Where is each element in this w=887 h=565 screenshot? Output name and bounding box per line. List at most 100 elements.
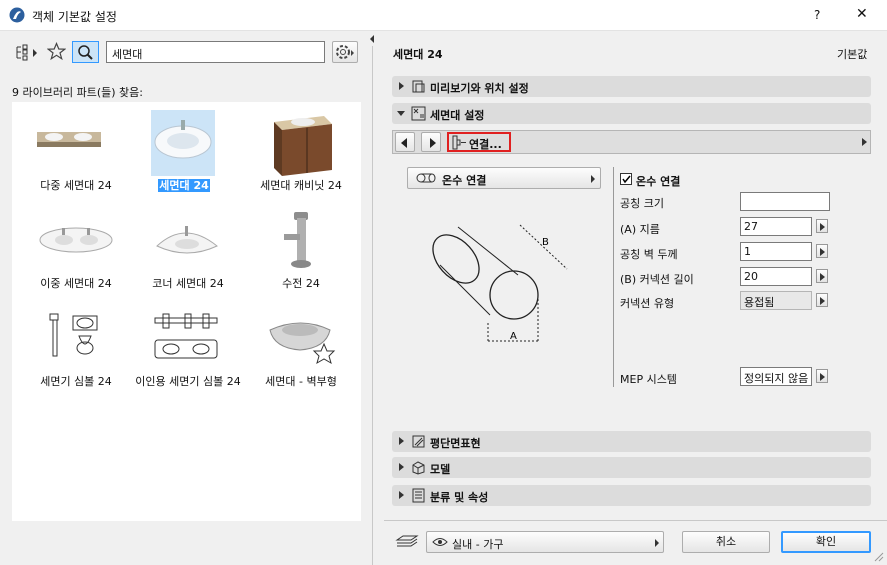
multi-washbasin-thumbnail (37, 132, 101, 147)
right-arrow-icon (820, 223, 825, 231)
left-arrow-icon (401, 138, 407, 148)
connection-type-field[interactable]: 용접됨 (740, 291, 812, 310)
library-item[interactable]: 다중 세면대 24 (21, 110, 131, 192)
library-item[interactable]: 세면대 캐비닛 24 (246, 110, 356, 192)
archicad-logo-icon (9, 7, 25, 23)
library-tree-icon (16, 44, 37, 61)
submenu-arrow-icon (591, 175, 595, 183)
param-label: (B) 커넥션 길이 (620, 273, 694, 286)
classification-icon (412, 488, 425, 503)
right-arrow-icon (430, 138, 436, 148)
search-toggle-button[interactable] (72, 41, 99, 63)
pane-divider (372, 46, 373, 565)
page-menu-arrow-icon[interactable] (862, 138, 867, 146)
library-item-label: 코너 세면대 24 (152, 277, 224, 290)
library-settings-button[interactable] (332, 41, 358, 63)
right-arrow-icon (820, 373, 825, 381)
content-divider (613, 167, 614, 387)
library-grid: 다중 세면대 24 세면대 24 세면대 캐비닛 24 이중 세면대 24 코너… (12, 102, 361, 521)
diagram-label-b: B (542, 237, 549, 248)
library-item[interactable]: 세면기 심볼 24 (21, 306, 131, 388)
search-icon (78, 45, 93, 60)
double-washbasin-symbol-thumbnail (154, 313, 218, 359)
default-label: 기본값 (837, 48, 868, 61)
param-label: (A) 지름 (620, 223, 660, 236)
search-value: 세면대 (112, 48, 143, 61)
faucet-thumbnail (284, 212, 311, 268)
expand-arrow-icon (399, 437, 404, 445)
page-selector[interactable]: 연결... (447, 132, 511, 152)
layer-selector[interactable]: 실내 - 가구 (426, 531, 664, 553)
collapse-arrow-icon[interactable] (368, 34, 376, 44)
connection-length-field[interactable]: 20 (740, 267, 812, 286)
checkbox-label: 온수 연결 (636, 175, 681, 188)
diameter-menu-button[interactable] (816, 219, 828, 233)
footer-divider (384, 520, 887, 521)
nominal-size-field[interactable] (740, 192, 830, 211)
library-item-label: 다중 세면대 24 (40, 179, 112, 192)
wall-thickness-menu-button[interactable] (816, 244, 828, 258)
cancel-button[interactable]: 취소 (682, 531, 770, 553)
wall-thickness-field[interactable]: 1 (740, 242, 812, 261)
param-label: 공칭 벽 두께 (620, 248, 678, 261)
panel-classification[interactable]: 분류 및 속성 (392, 485, 871, 506)
expand-arrow-icon (399, 463, 404, 471)
expand-arrow-icon (399, 491, 404, 499)
gear-icon (336, 45, 354, 59)
washbasin-thumbnail (154, 120, 212, 159)
right-arrow-icon (820, 248, 825, 256)
washbasin-cabinet-thumbnail (274, 116, 332, 176)
double-washbasin-thumbnail (39, 227, 113, 253)
panel-floor-plan[interactable]: 평단면표현 (392, 431, 871, 452)
right-arrow-icon (820, 297, 825, 305)
param-label: 공칭 크기 (620, 197, 664, 210)
panel-preview[interactable]: 미리보기와 위치 설정 (392, 76, 871, 97)
window-title: 객체 기본값 설정 (32, 10, 117, 24)
mep-system-field[interactable]: 정의되지 않음 (740, 367, 812, 386)
library-item-label: 세면대 24 (158, 179, 210, 192)
library-item-label: 세면기 심볼 24 (40, 375, 112, 388)
connection-length-menu-button[interactable] (816, 269, 828, 283)
tab-nav-bar: 연결... (392, 130, 871, 154)
help-button[interactable]: ? (814, 8, 820, 22)
preview-icon (412, 80, 425, 93)
next-page-button[interactable] (421, 132, 441, 152)
layer-stack-icon (395, 535, 419, 547)
library-item-label: 세면대 캐비닛 24 (260, 179, 342, 192)
library-item[interactable]: 이인용 세면기 심볼 24 (133, 306, 243, 388)
hot-water-connection-checkbox[interactable] (620, 173, 632, 185)
mep-system-menu-button[interactable] (816, 369, 828, 383)
result-count: 9 라이브러리 파트(들) 찾음: (12, 86, 143, 99)
panel-model[interactable]: 모델 (392, 457, 871, 478)
dropdown-arrow-icon (655, 539, 659, 547)
diagram-label-a: A (510, 331, 517, 342)
connection-diagram: B A (432, 224, 568, 343)
hot-water-connection-button[interactable]: 온수 연결 (407, 167, 601, 189)
collapse-arrow-icon (397, 111, 405, 116)
pipe-icon (416, 173, 436, 183)
close-button[interactable]: ✕ (856, 6, 868, 22)
library-item[interactable]: 이중 세면대 24 (21, 208, 131, 290)
floor-plan-icon (412, 435, 425, 448)
library-item[interactable]: 코너 세면대 24 (133, 208, 243, 290)
title-bar: 객체 기본값 설정 ? ✕ (0, 0, 887, 31)
settings-icon (411, 106, 426, 121)
search-field[interactable]: 세면대 (106, 41, 325, 63)
ok-button[interactable]: 확인 (781, 531, 871, 553)
resize-grip-icon[interactable] (873, 551, 885, 563)
library-manager-button[interactable] (14, 42, 40, 62)
library-item-label: 수전 24 (282, 277, 320, 290)
favorites-star-icon[interactable] (47, 42, 66, 61)
object-name: 세면대 24 (393, 48, 443, 61)
diameter-field[interactable]: 27 (740, 217, 812, 236)
prev-page-button[interactable] (395, 132, 415, 152)
connection-type-menu-button[interactable] (816, 293, 828, 307)
library-item[interactable]: 세면대 - 벽부형 (246, 306, 356, 388)
right-arrow-icon (820, 273, 825, 281)
library-item-label: 이중 세면대 24 (40, 277, 112, 290)
panel-settings[interactable]: 세면대 설정 (392, 103, 871, 124)
checkmark-icon (622, 175, 631, 184)
library-item[interactable]: 수전 24 (246, 208, 356, 290)
washbasin-symbol-thumbnail (49, 313, 98, 357)
mep-system-label: MEP 시스템 (620, 373, 677, 386)
